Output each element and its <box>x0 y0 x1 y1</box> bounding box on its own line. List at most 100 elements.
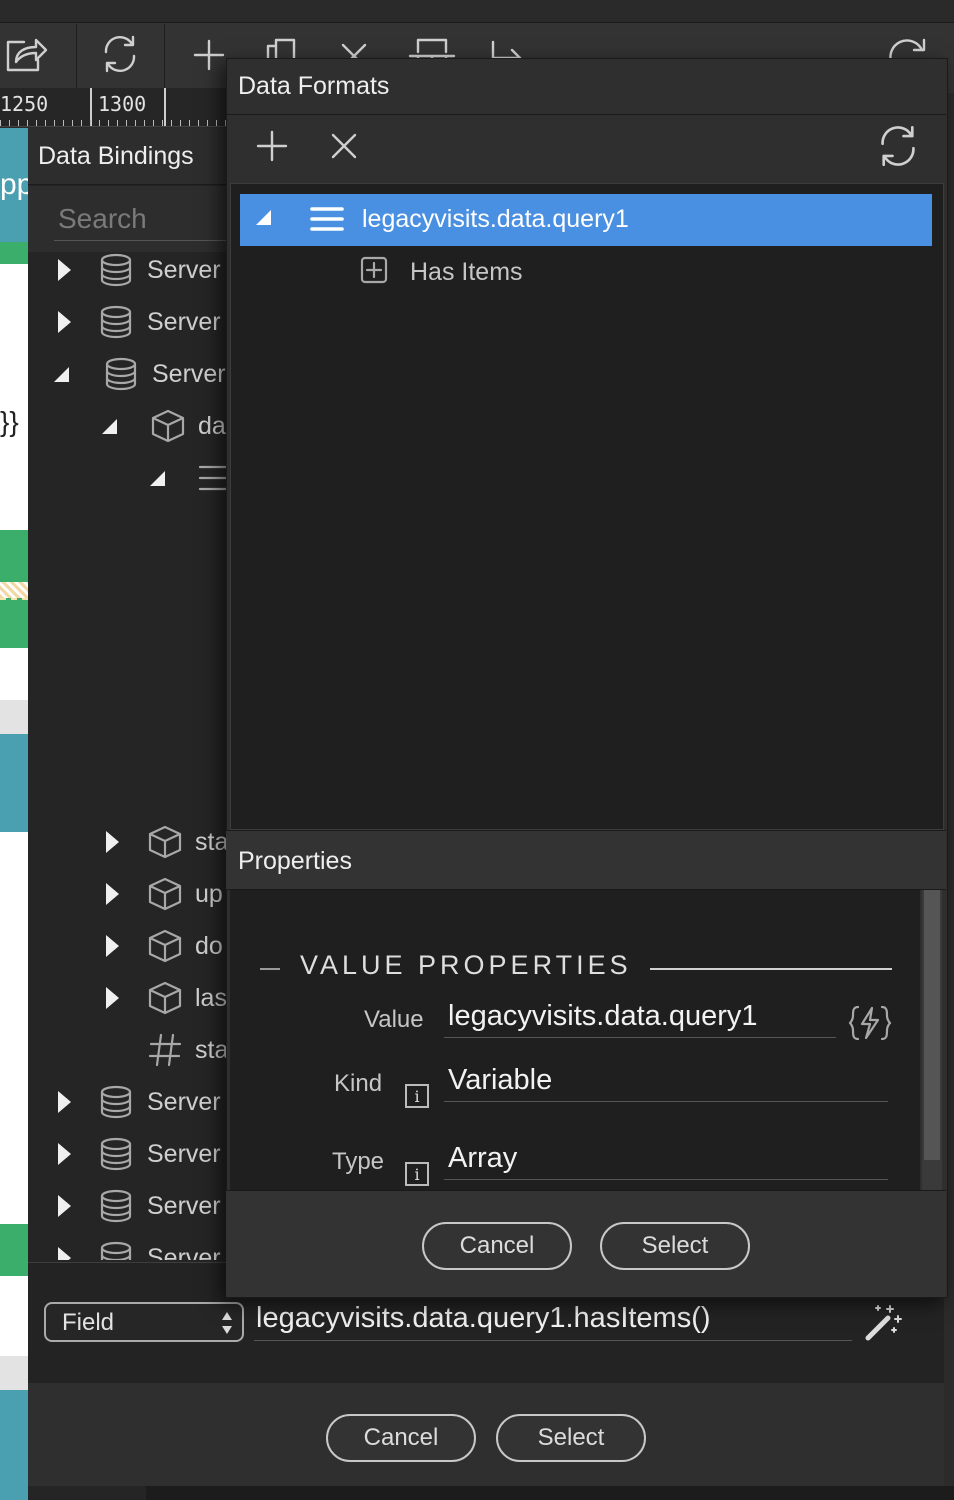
properties-header: Properties <box>226 830 946 890</box>
tree-item-label: Server <box>147 1087 221 1116</box>
collapse-icon[interactable] <box>102 418 117 434</box>
expand-icon[interactable] <box>106 987 119 1009</box>
canvas-section <box>0 242 28 264</box>
tree-item[interactable]: Server <box>58 1128 221 1180</box>
expand-icon[interactable] <box>58 1091 71 1113</box>
canvas-section <box>0 648 28 700</box>
close-icon[interactable] <box>328 130 360 162</box>
expand-icon[interactable] <box>58 311 71 333</box>
collapse-icon[interactable] <box>256 210 271 225</box>
tree-item[interactable]: Server <box>54 348 226 400</box>
section-title: Properties <box>238 847 352 875</box>
database-icon <box>99 1085 133 1119</box>
scrollbar-thumb[interactable] <box>924 890 940 1160</box>
tree-item[interactable]: Has Items <box>360 254 660 290</box>
expand-icon[interactable] <box>106 883 119 905</box>
tree-item-label: do <box>195 931 223 960</box>
value-field[interactable]: legacyvisits.data.query1 <box>444 1000 836 1038</box>
expand-icon[interactable] <box>58 1143 71 1165</box>
hash-icon <box>147 1032 183 1068</box>
share-icon[interactable] <box>4 34 48 74</box>
tree-item-label: legacyvisits.data.query1 <box>362 205 629 233</box>
tree-item[interactable]: Server <box>58 244 221 296</box>
collapse-icon[interactable] <box>54 366 69 382</box>
add-icon[interactable] <box>192 38 226 72</box>
canvas-text: }} <box>0 406 19 437</box>
info-icon[interactable]: i <box>405 1084 429 1108</box>
tree-item[interactable]: las <box>106 972 227 1024</box>
type-field: Array <box>444 1142 888 1180</box>
cube-icon <box>147 928 183 964</box>
tree-item-label: sta <box>195 827 228 856</box>
tree-item[interactable]: Server <box>58 1076 221 1128</box>
canvas-section <box>0 598 28 650</box>
tree-item-label: las <box>195 983 227 1012</box>
tree-item-label: up <box>195 879 223 908</box>
canvas-section <box>0 734 28 832</box>
tree-item[interactable]: Server <box>58 1232 221 1260</box>
database-icon <box>99 1189 133 1223</box>
ruler-tick-label: 1250 <box>0 92 49 116</box>
canvas-section <box>0 1276 28 1356</box>
select-button[interactable]: Select <box>600 1222 750 1270</box>
cancel-button[interactable]: Cancel <box>422 1222 572 1270</box>
dialog-footer <box>226 1190 946 1297</box>
cancel-button[interactable]: Cancel <box>326 1414 476 1462</box>
divider <box>650 968 892 970</box>
expression-input[interactable]: legacyvisits.data.query1.hasItems() <box>254 1300 852 1341</box>
tree-item[interactable]: Server <box>58 1180 221 1232</box>
divider <box>260 968 280 970</box>
list-icon <box>310 205 344 233</box>
canvas-section <box>0 1390 28 1500</box>
kind-field-text: Variable <box>448 1064 553 1096</box>
scrollbar-track[interactable] <box>922 890 942 1190</box>
cube-icon <box>150 408 186 444</box>
magic-wand-icon[interactable] <box>864 1302 904 1342</box>
refresh-icon[interactable] <box>876 124 920 168</box>
search-input[interactable] <box>54 198 236 241</box>
canvas-section <box>0 1224 28 1276</box>
tree-item[interactable]: Server <box>58 296 221 348</box>
info-icon[interactable]: i <box>405 1162 429 1186</box>
field-select[interactable]: Field <box>44 1302 244 1342</box>
value-label: Value <box>364 1006 424 1033</box>
type-label: Type <box>332 1148 385 1175</box>
refresh-icon[interactable] <box>100 34 140 74</box>
expand-icon[interactable] <box>106 935 119 957</box>
collapse-icon[interactable] <box>150 470 165 486</box>
expand-icon[interactable] <box>106 831 119 853</box>
tree-item-selected[interactable]: legacyvisits.data.query1 <box>240 194 932 246</box>
select-arrows-icon <box>220 1310 234 1336</box>
kind-field: Variable <box>444 1064 888 1102</box>
canvas-section <box>0 1356 28 1390</box>
field-select-value: Field <box>62 1309 115 1336</box>
value-properties-heading: VALUE PROPERTIES <box>300 950 632 980</box>
tree-item[interactable]: sta <box>147 1024 228 1076</box>
tree-item[interactable] <box>150 452 228 504</box>
tree-item-label: Server <box>147 1191 221 1220</box>
expand-icon[interactable] <box>58 1195 71 1217</box>
tree-item-label: Server <box>152 359 226 388</box>
canvas-edge <box>146 1486 954 1500</box>
ruler-tick-label: 1300 <box>98 92 147 116</box>
database-icon <box>99 1137 133 1171</box>
tree-item[interactable]: up <box>106 868 223 920</box>
tree-item[interactable]: do <box>106 920 223 972</box>
canvas-section <box>0 832 28 1224</box>
expand-icon[interactable] <box>58 1247 71 1260</box>
tree-item-label: Server <box>147 1139 221 1168</box>
tree-item[interactable]: sta <box>106 816 228 868</box>
database-icon <box>99 305 133 339</box>
tree-item[interactable]: da <box>102 400 226 452</box>
add-icon[interactable] <box>254 128 290 164</box>
bindings-tree: Server Server Server da sta up do las st… <box>28 242 228 1260</box>
expand-icon[interactable] <box>58 259 71 281</box>
type-field-text: Array <box>448 1142 518 1174</box>
database-icon <box>104 357 138 391</box>
divider <box>226 114 946 115</box>
database-icon <box>99 253 133 287</box>
dynamic-data-icon[interactable] <box>848 1004 892 1042</box>
select-button[interactable]: Select <box>496 1414 646 1462</box>
ruler: 1250 1300 <box>0 88 226 127</box>
canvas-section <box>0 700 28 734</box>
